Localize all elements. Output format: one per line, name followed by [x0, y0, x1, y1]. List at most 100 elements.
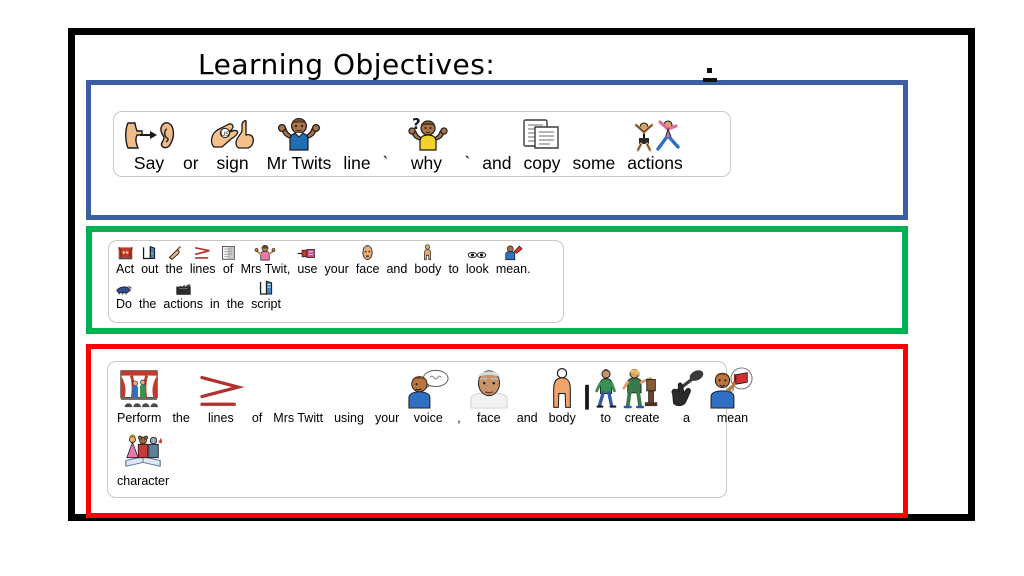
symbol-word: script	[251, 297, 281, 312]
character-storybook-icon	[122, 430, 164, 472]
symbol-word: mean.	[495, 262, 531, 276]
the-pointer-icon	[166, 244, 183, 261]
symbol-mrs-twit: Mrs Twit,	[238, 244, 294, 276]
symbol-comma: ,	[452, 367, 465, 425]
lines-red-icon	[196, 367, 246, 409]
face-icon	[361, 244, 374, 261]
symbol-word: face	[355, 262, 380, 276]
symbol-line: Act out the lines of Mrs Twit, use your …	[109, 241, 563, 276]
symbol-word: of	[251, 411, 263, 425]
lines-red-icon	[193, 244, 213, 261]
symbol-word: in	[209, 297, 220, 312]
symbol-create: create	[620, 367, 665, 425]
symbol-word: create	[624, 411, 660, 425]
symbol-word: `	[382, 153, 389, 173]
symbol-line: Perform the lines of Mrs Twitt using you…	[108, 362, 754, 425]
question-man-yellow-icon: ?	[395, 115, 457, 151]
actions-people-icon	[624, 117, 686, 152]
symbol-card-red: Perform the lines of Mrs Twitt using you…	[107, 361, 754, 498]
symbol-character: character	[112, 430, 174, 488]
symbol-word: some	[572, 153, 616, 173]
symbol-look: look	[463, 244, 492, 276]
symbol-word: to	[448, 262, 459, 276]
symbol-copy: copy	[519, 117, 566, 173]
sign-hands-icon: US	[206, 117, 260, 151]
symbol-word: your	[374, 411, 400, 425]
symbol-word: and	[482, 153, 512, 173]
script-book-icon	[258, 279, 275, 296]
perform-stage-icon	[118, 367, 160, 409]
symbol-or: or	[178, 117, 204, 173]
symbol-mrs-twitt-r: Mrs Twitt	[268, 367, 328, 425]
symbol-a: a	[665, 367, 707, 425]
symbol-word: lines	[207, 411, 234, 425]
symbol-word: Mrs Twitt	[273, 411, 324, 425]
symbol-line-word: line	[338, 117, 375, 173]
symbol-of-r: of	[247, 367, 267, 425]
symbol-word: copy	[523, 153, 561, 173]
symbol-actions: actions	[622, 117, 687, 173]
bar-divider-icon	[582, 381, 592, 423]
actions-clapper-icon	[175, 279, 192, 296]
symbol-mr-twits: Mr Twits	[262, 117, 337, 173]
symbol-word: and	[386, 262, 408, 276]
symbol-do: Do	[113, 279, 135, 311]
of-page-icon	[220, 244, 237, 261]
symbol-word: or	[183, 153, 199, 173]
symbol-word: a	[683, 411, 690, 425]
symbol-word: your	[324, 262, 349, 276]
symbol-why: ? why	[395, 115, 457, 173]
symbol-and-r: and	[512, 367, 543, 425]
symbol-face: face	[353, 244, 383, 276]
symbol-line: Say or US sign Mr Twits line ` ? why ` a…	[114, 112, 730, 173]
symbol-word: using	[334, 411, 364, 425]
create-sculptor-icon	[622, 367, 662, 409]
symbol-out: out	[138, 244, 161, 276]
to-walking-icon	[593, 367, 619, 409]
say-mouth-ear-icon	[122, 117, 176, 151]
symbol-word: why	[410, 153, 443, 173]
look-eyes-icon	[467, 244, 487, 261]
symbol-word: Mr Twits	[266, 153, 332, 173]
symbol-word: Perform	[117, 411, 162, 425]
symbol-word: character	[117, 474, 170, 489]
symbol-actions-2: actions	[160, 279, 206, 311]
symbol-line: character	[108, 425, 726, 488]
symbol-say: Say	[122, 117, 176, 173]
symbol-word: mean	[716, 411, 749, 425]
voice-speech-icon	[405, 367, 451, 409]
symbol-word: body	[414, 262, 442, 276]
symbol-word: the	[165, 262, 183, 276]
symbol-backtick-2: `	[459, 117, 475, 173]
out-door-icon	[141, 244, 158, 261]
symbol-lines: lines	[187, 244, 219, 276]
objective-box-red: Perform the lines of Mrs Twitt using you…	[86, 344, 908, 518]
symbol-word: the	[172, 411, 190, 425]
symbol-word: the	[138, 297, 157, 312]
symbol-using-r: using	[329, 367, 369, 425]
objective-box-blue: Say or US sign Mr Twits line ` ? why ` a…	[86, 80, 908, 220]
symbol-word: to	[600, 411, 611, 425]
symbol-word: Say	[133, 153, 165, 173]
face-old-man-icon	[467, 367, 511, 409]
symbol-your-r: your	[370, 367, 404, 425]
body-figure-icon	[422, 244, 433, 261]
symbol-act: Act	[113, 244, 137, 276]
man-shrug-blue-icon	[267, 117, 331, 151]
symbol-script: script	[248, 279, 284, 311]
use-tool-icon	[297, 244, 317, 261]
symbol-lines-r: lines	[196, 367, 246, 425]
symbol-of: of	[220, 244, 237, 276]
symbol-in: in	[207, 279, 223, 311]
mean-person-red-icon	[503, 244, 523, 261]
svg-text:US: US	[220, 131, 228, 138]
page-title: Learning Objectives:	[198, 48, 496, 81]
symbol-word: the	[226, 297, 245, 312]
symbol-word: Do	[116, 297, 132, 312]
symbol-word: use	[297, 262, 318, 276]
symbol-voice: voice	[405, 367, 451, 425]
symbol-word: sign	[216, 153, 249, 173]
symbol-face-r: face	[467, 367, 511, 425]
mean-thinking-book-icon	[708, 367, 756, 409]
symbol-mean-r: mean	[708, 367, 756, 425]
